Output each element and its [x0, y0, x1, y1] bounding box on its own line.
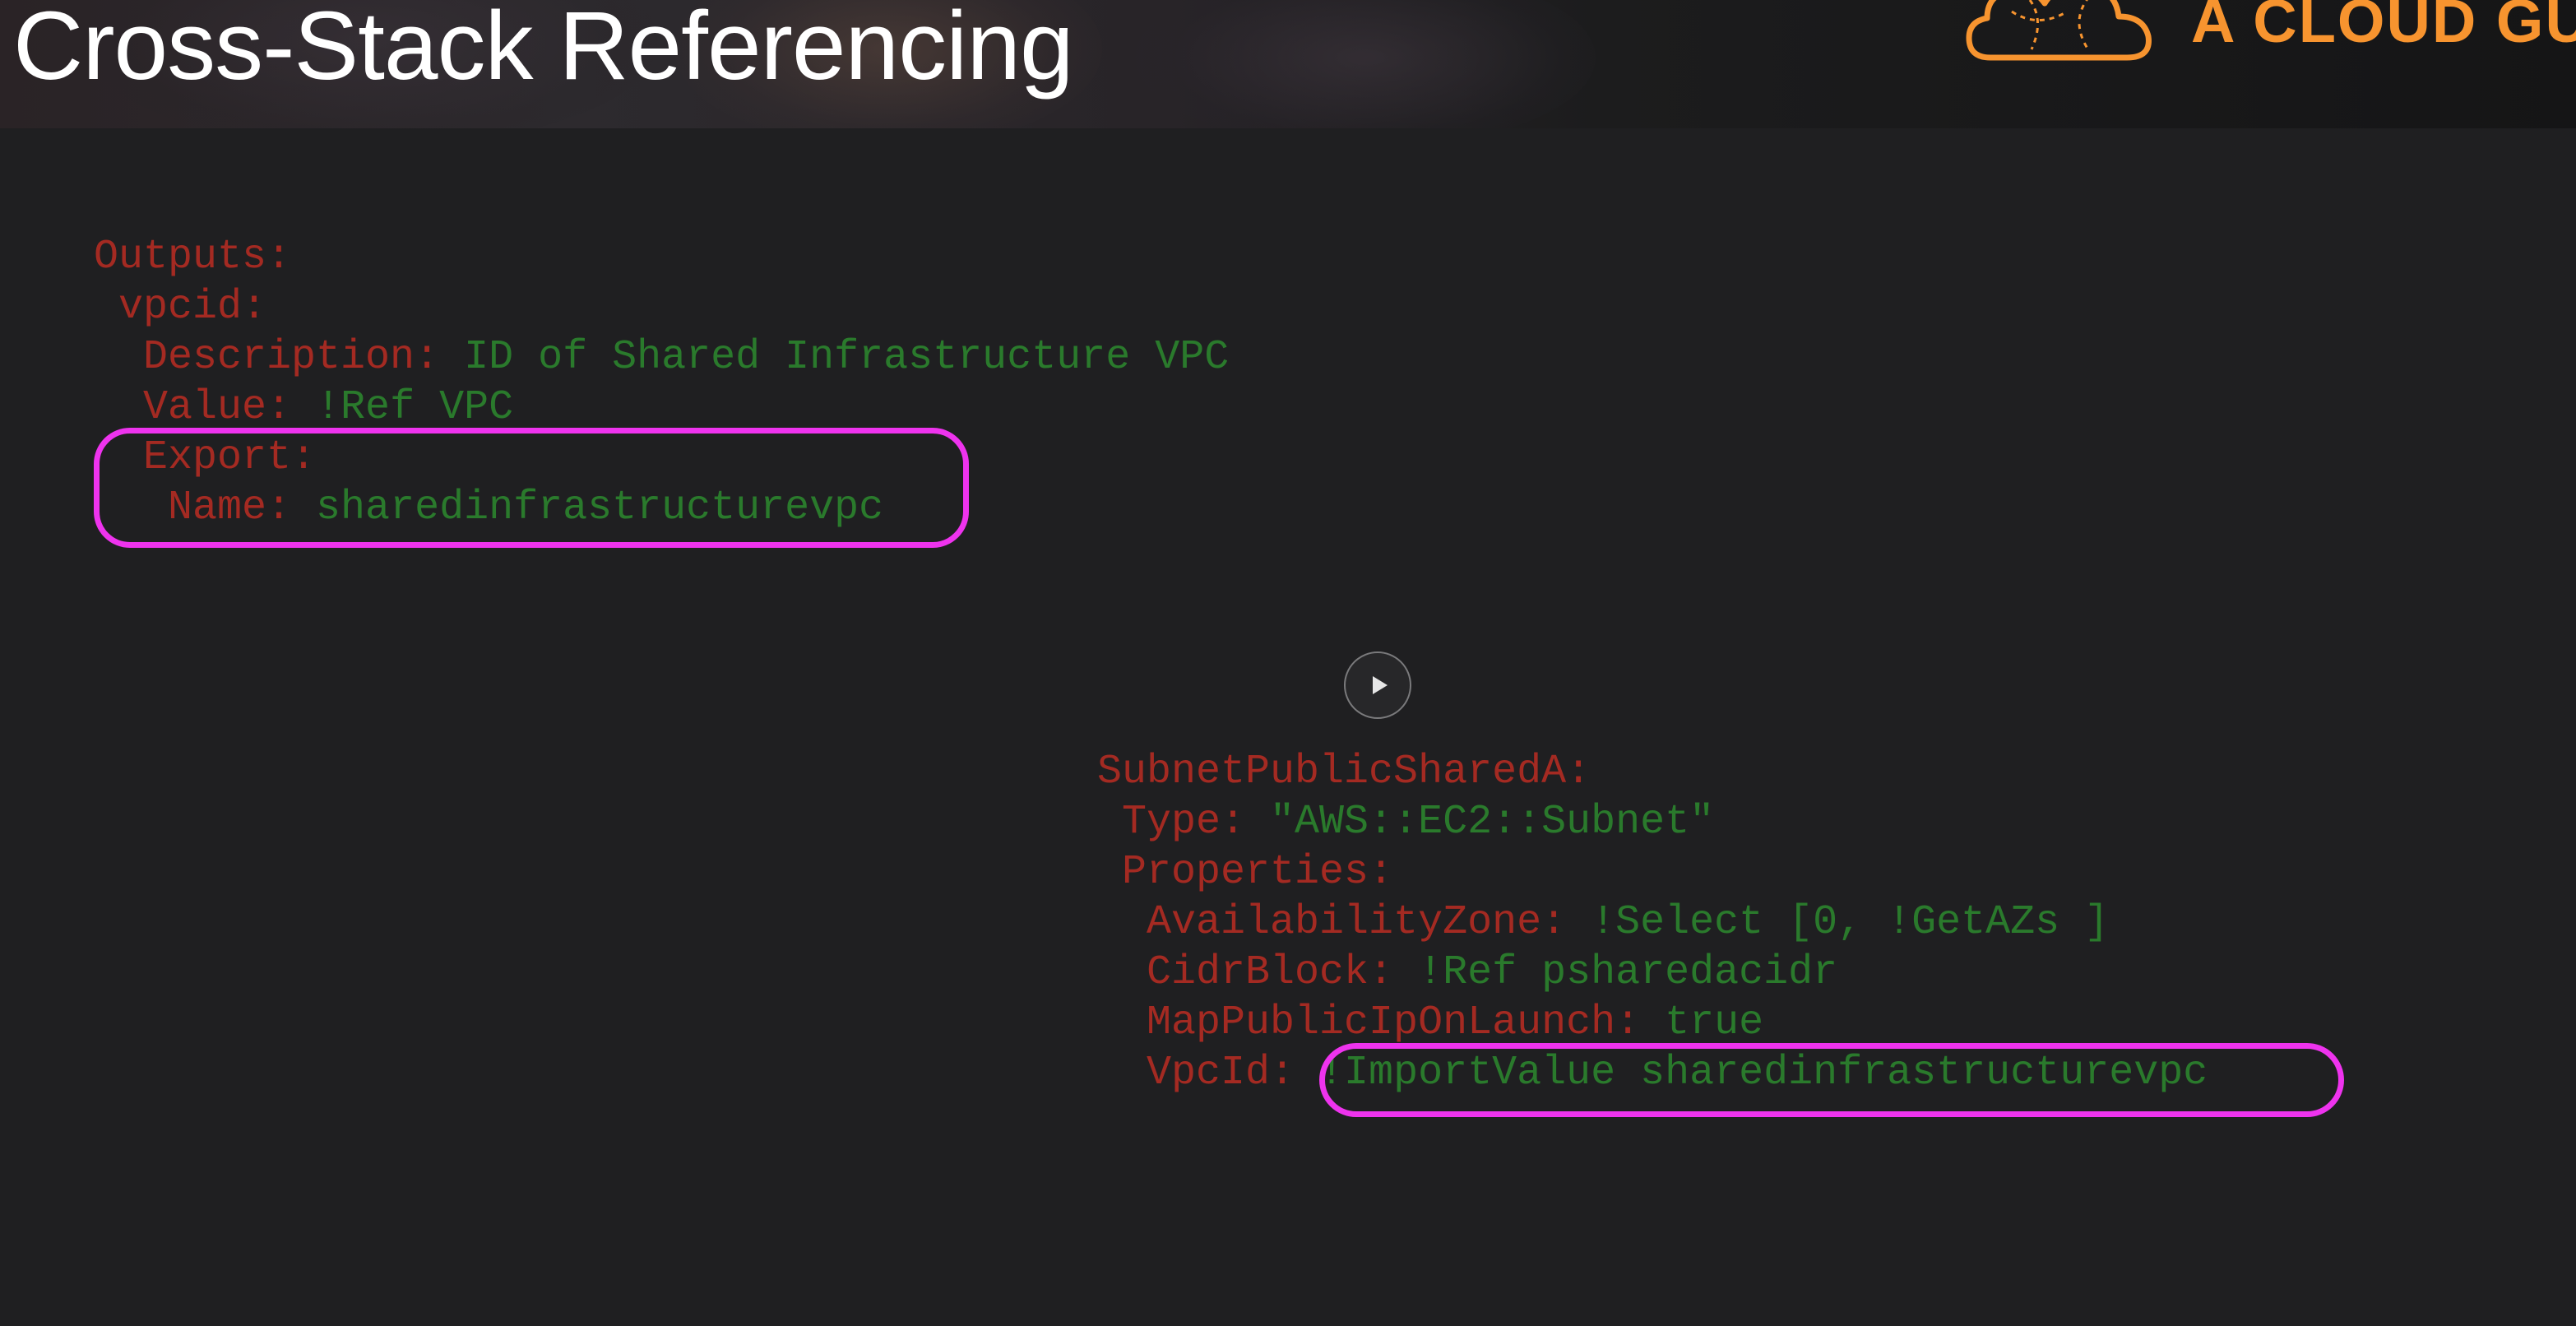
- code-line: Export:: [94, 433, 1229, 483]
- code-key: Name:: [94, 484, 292, 531]
- code-line: Properties:: [1097, 847, 2208, 897]
- code-value: true: [1640, 999, 1764, 1046]
- play-icon: [1372, 676, 1388, 694]
- code-line: Description: ID of Shared Infrastructure…: [94, 332, 1229, 382]
- play-button[interactable]: [1344, 651, 1411, 719]
- code-line: Name: sharedinfrastructurevpc: [94, 483, 1229, 533]
- code-key: Value:: [94, 384, 292, 431]
- code-key: Export:: [94, 434, 317, 481]
- code-key: Outputs:: [94, 234, 292, 280]
- code-line: vpcid:: [94, 282, 1229, 332]
- code-line: MapPublicIpOnLaunch: true: [1097, 998, 2208, 1048]
- cloud-logo-icon: [1966, 0, 2152, 61]
- code-value: "AWS::EC2::Subnet": [1245, 799, 1715, 846]
- brand-logo: A CLOUD GU: [1966, 0, 2576, 66]
- code-key: SubnetPublicSharedA:: [1097, 749, 1591, 795]
- code-value: !Ref VPC: [291, 384, 514, 431]
- code-line: AvailabilityZone: !Select [0, !GetAZs ]: [1097, 897, 2208, 948]
- code-key: VpcId:: [1097, 1050, 1295, 1096]
- code-key: AvailabilityZone:: [1097, 899, 1567, 946]
- code-line: Type: "AWS::EC2::Subnet": [1097, 797, 2208, 847]
- code-value: !Select [0, !GetAZs ]: [1566, 899, 2110, 946]
- outputs-code-block: Outputs: vpcid: Description: ID of Share…: [94, 232, 1229, 533]
- video-frame: Cross-Stack Referencing A CLOUD GU Outpu…: [0, 0, 2576, 1326]
- code-line: Value: !Ref VPC: [94, 382, 1229, 433]
- code-key: CidrBlock:: [1097, 949, 1394, 996]
- brand-name: A CLOUD GU: [2191, 0, 2576, 55]
- code-line: SubnetPublicSharedA:: [1097, 747, 2208, 797]
- code-key: vpcid:: [94, 284, 267, 331]
- code-line: Outputs:: [94, 232, 1229, 282]
- code-key: Properties:: [1097, 849, 1394, 896]
- code-key: MapPublicIpOnLaunch:: [1097, 999, 1641, 1046]
- code-line: VpcId: !ImportValue sharedinfrastructure…: [1097, 1048, 2208, 1098]
- slide-header: Cross-Stack Referencing A CLOUD GU: [0, 0, 2576, 128]
- code-value: sharedinfrastructurevpc: [291, 484, 884, 531]
- slide-title: Cross-Stack Referencing: [13, 0, 1074, 100]
- code-value: ID of Shared Infrastructure VPC: [439, 334, 1230, 381]
- presenter-background-blur: [1135, 0, 1596, 128]
- code-value: !ImportValue sharedinfrastructurevpc: [1295, 1050, 2208, 1096]
- code-value: !Ref psharedacidr: [1393, 949, 1838, 996]
- code-line: CidrBlock: !Ref psharedacidr: [1097, 948, 2208, 998]
- subnet-code-block: SubnetPublicSharedA: Type: "AWS::EC2::Su…: [1097, 747, 2208, 1098]
- code-key: Type:: [1097, 799, 1246, 846]
- code-key: Description:: [94, 334, 440, 381]
